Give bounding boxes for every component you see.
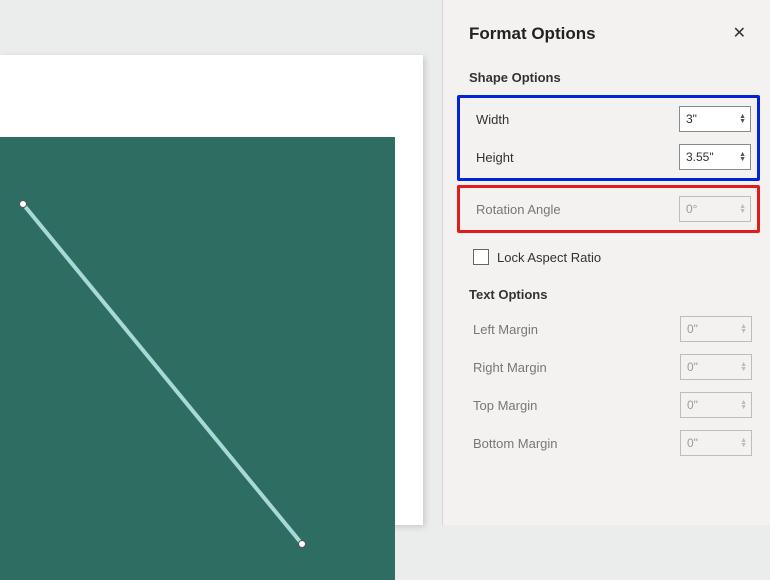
right-margin-input: 0" ▲▼ bbox=[680, 354, 752, 380]
lock-aspect-label: Lock Aspect Ratio bbox=[497, 250, 601, 265]
right-margin-value: 0" bbox=[687, 360, 698, 374]
height-value: 3.55" bbox=[686, 150, 714, 164]
left-margin-value: 0" bbox=[687, 322, 698, 336]
lock-aspect-row: Lock Aspect Ratio bbox=[443, 243, 770, 279]
spinner-arrows-icon: ▲▼ bbox=[740, 400, 747, 410]
canvas-area[interactable] bbox=[0, 0, 442, 525]
bottom-margin-value: 0" bbox=[687, 436, 698, 450]
top-margin-label: Top Margin bbox=[473, 398, 537, 413]
shape-options-heading: Shape Options bbox=[443, 62, 770, 93]
spinner-arrows-icon: ▲▼ bbox=[740, 362, 747, 372]
height-row: Height 3.55" ▲▼ bbox=[472, 138, 753, 176]
lock-aspect-checkbox[interactable] bbox=[473, 249, 489, 265]
spinner-arrows-icon[interactable]: ▲▼ bbox=[739, 152, 746, 162]
page[interactable] bbox=[0, 55, 423, 525]
text-options-heading: Text Options bbox=[443, 279, 770, 310]
panel-header: Format Options ✕ bbox=[443, 0, 770, 62]
height-input[interactable]: 3.55" ▲▼ bbox=[679, 144, 751, 170]
close-icon[interactable]: ✕ bbox=[729, 22, 750, 46]
left-margin-row: Left Margin 0" ▲▼ bbox=[443, 310, 770, 348]
width-value: 3" bbox=[686, 112, 697, 126]
rotation-input: 0° ▲▼ bbox=[679, 196, 751, 222]
spinner-arrows-icon: ▲▼ bbox=[740, 324, 747, 334]
left-margin-input: 0" ▲▼ bbox=[680, 316, 752, 342]
top-margin-input: 0" ▲▼ bbox=[680, 392, 752, 418]
right-margin-row: Right Margin 0" ▲▼ bbox=[443, 348, 770, 386]
width-input[interactable]: 3" ▲▼ bbox=[679, 106, 751, 132]
line-shape[interactable] bbox=[0, 137, 395, 580]
rotation-label: Rotation Angle bbox=[476, 202, 561, 217]
rotation-row: Rotation Angle 0° ▲▼ bbox=[472, 188, 753, 230]
bottom-margin-row: Bottom Margin 0" ▲▼ bbox=[443, 424, 770, 462]
shape-rectangle[interactable] bbox=[0, 137, 395, 580]
width-row: Width 3" ▲▼ bbox=[472, 100, 753, 138]
spinner-arrows-icon[interactable]: ▲▼ bbox=[739, 114, 746, 124]
format-options-panel: Format Options ✕ Shape Options Width 3" … bbox=[442, 0, 770, 525]
right-margin-label: Right Margin bbox=[473, 360, 547, 375]
highlight-width-height: Width 3" ▲▼ Height 3.55" ▲▼ bbox=[457, 95, 760, 181]
rotation-value: 0° bbox=[686, 202, 697, 216]
width-label: Width bbox=[476, 112, 509, 127]
line-endpoint-end[interactable] bbox=[298, 540, 306, 548]
bottom-margin-label: Bottom Margin bbox=[473, 436, 558, 451]
top-margin-row: Top Margin 0" ▲▼ bbox=[443, 386, 770, 424]
height-label: Height bbox=[476, 150, 514, 165]
spinner-arrows-icon: ▲▼ bbox=[740, 438, 747, 448]
line-endpoint-start[interactable] bbox=[19, 200, 27, 208]
left-margin-label: Left Margin bbox=[473, 322, 538, 337]
highlight-rotation: Rotation Angle 0° ▲▼ bbox=[457, 185, 760, 233]
top-margin-value: 0" bbox=[687, 398, 698, 412]
panel-title: Format Options bbox=[469, 24, 596, 44]
bottom-margin-input: 0" ▲▼ bbox=[680, 430, 752, 456]
spinner-arrows-icon: ▲▼ bbox=[739, 204, 746, 214]
